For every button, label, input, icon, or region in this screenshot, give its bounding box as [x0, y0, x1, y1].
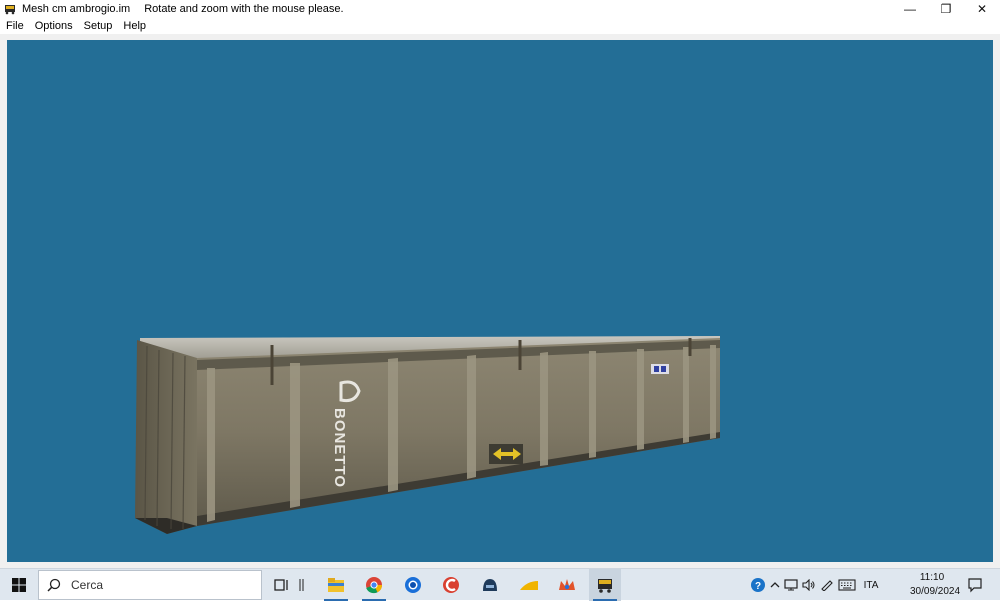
touch-keyboard-icon[interactable] — [836, 579, 858, 591]
menu-options[interactable]: Options — [29, 20, 78, 32]
taskbar-search[interactable]: Cerca — [38, 570, 262, 600]
taskbar-separator-icon — [292, 569, 312, 601]
input-language[interactable]: ITA — [858, 580, 884, 591]
app-wedge-icon[interactable] — [513, 569, 545, 601]
notification-center-icon[interactable] — [962, 569, 988, 601]
start-button[interactable] — [0, 569, 38, 601]
app-crown-icon[interactable] — [551, 569, 583, 601]
menu-setup[interactable]: Setup — [78, 20, 118, 32]
close-button[interactable]: ✕ — [964, 0, 1000, 18]
clock-date: 30/09/2024 — [910, 586, 961, 597]
window-controls: — ❐ ✕ — [892, 0, 1000, 18]
3d-viewport[interactable]: BONETTO — [7, 40, 993, 562]
ccleaner-icon[interactable] — [435, 569, 467, 601]
help-icon[interactable]: ? — [748, 577, 768, 593]
windows-logo-icon — [12, 578, 26, 592]
app-helmet-icon[interactable] — [474, 569, 506, 601]
title-bar: Mesh cm ambrogio.im Rotate and zoom with… — [0, 0, 1000, 18]
svg-text:?: ? — [755, 581, 761, 592]
system-tray: ? ITA — [748, 569, 884, 601]
minimize-button[interactable]: — — [892, 0, 928, 18]
volume-icon[interactable] — [800, 579, 818, 591]
menu-file[interactable]: File — [0, 20, 29, 32]
file-explorer-icon[interactable] — [320, 569, 352, 601]
chrome-icon[interactable] — [358, 569, 390, 601]
window-title: Mesh cm ambrogio.im — [22, 3, 131, 15]
thunderbird-icon[interactable] — [397, 569, 429, 601]
show-hidden-icons-chevron-icon[interactable] — [768, 581, 782, 589]
app-icon — [5, 5, 15, 15]
menu-help[interactable]: Help — [117, 20, 151, 32]
search-icon — [47, 578, 65, 592]
yellow-decal — [489, 444, 523, 464]
restore-button[interactable]: ❐ — [928, 0, 964, 18]
window-hint: Rotate and zoom with the mouse please. — [144, 3, 344, 15]
menu-bar: File Options Setup Help — [0, 18, 1000, 34]
network-icon[interactable] — [782, 579, 800, 591]
search-placeholder: Cerca — [71, 578, 104, 592]
taskbar: Cerca ? ITA 11:10 30/09/2024 — [0, 568, 1000, 601]
container-brand-text: BONETTO — [331, 408, 348, 488]
taskbar-clock[interactable]: 11:10 30/09/2024 — [910, 571, 961, 599]
pen-icon[interactable] — [818, 579, 836, 591]
container-mesh: BONETTO — [135, 336, 720, 534]
mesh-viewer-taskbar-icon[interactable] — [589, 569, 621, 601]
clock-time: 11:10 — [919, 572, 945, 583]
